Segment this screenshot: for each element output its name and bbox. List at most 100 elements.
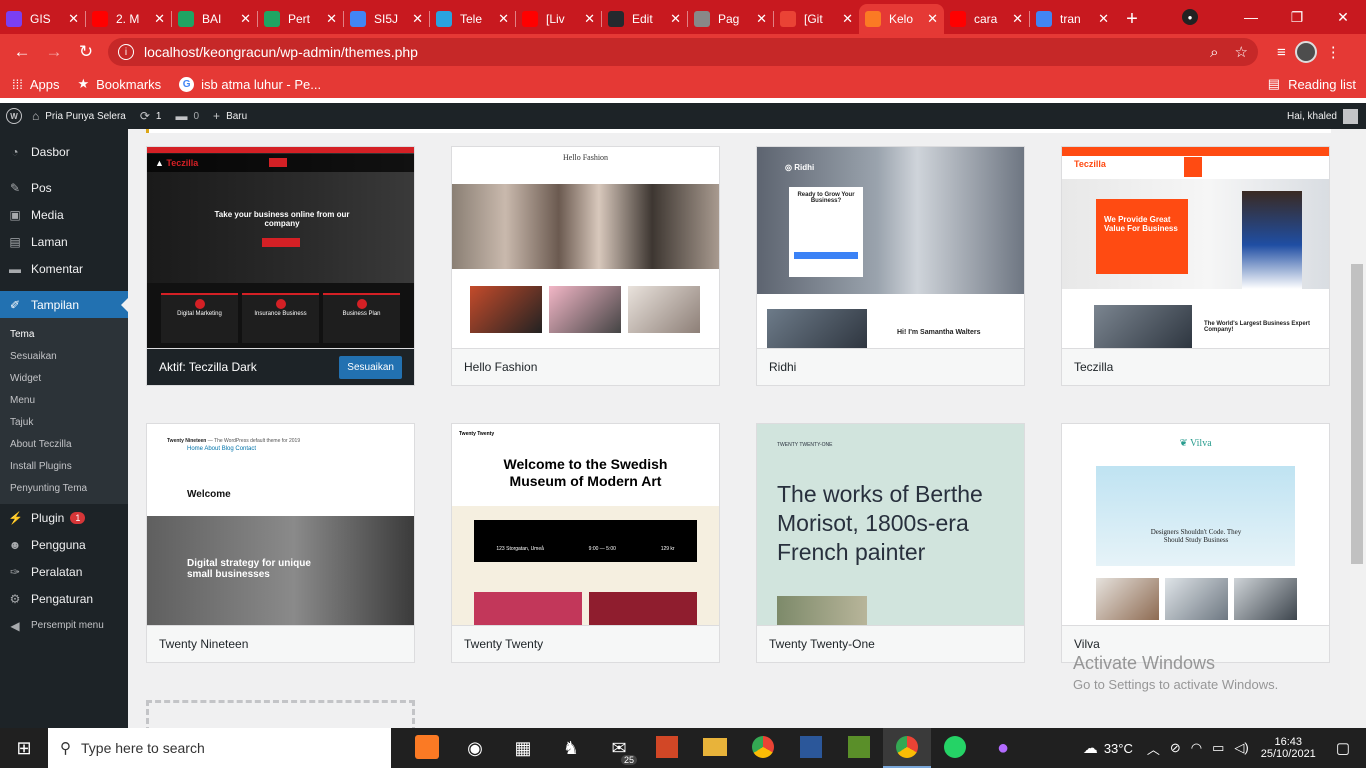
updates-link[interactable]: ⟳ 1	[140, 109, 162, 123]
word-app-icon[interactable]	[800, 735, 822, 758]
menu-dasbor[interactable]: ◔ Dasbor	[0, 138, 128, 165]
menu-plugin[interactable]: ⚡ Plugin 1	[0, 504, 128, 531]
avatar[interactable]	[1294, 41, 1317, 63]
star-icon[interactable]: ☆	[1235, 43, 1248, 61]
submenu-about-teczilla[interactable]: About Teczilla	[0, 433, 128, 455]
theme-card-teczilla-dark[interactable]: ▲ Teczilla Take your business online fro…	[146, 146, 415, 386]
network-off-icon[interactable]: ⊘	[1170, 740, 1181, 756]
browser-tab[interactable]: Edit ✕	[602, 4, 687, 34]
theme-card-vilva[interactable]: ❦ Vilva Designers Shouldn't Code. They S…	[1061, 423, 1330, 663]
volume-icon[interactable]: ◁)	[1234, 740, 1248, 756]
close-tab-icon[interactable]: ✕	[240, 11, 251, 27]
address-bar[interactable]: i localhost/keongracun/wp-admin/themes.p…	[108, 38, 1258, 66]
comments-link[interactable]: ▬ 0	[175, 109, 199, 123]
browser-tab[interactable]: SI5J ✕	[344, 4, 429, 34]
powerpoint-app-icon[interactable]	[656, 735, 678, 758]
store-app-icon[interactable]: ▦	[499, 738, 547, 759]
xampp-app-icon[interactable]	[415, 734, 439, 759]
collapse-menu[interactable]: ◀ Persempit menu	[0, 612, 128, 639]
customize-button[interactable]: Sesuaikan	[339, 356, 402, 379]
chart-app-icon[interactable]	[848, 735, 870, 758]
chevron-up-icon[interactable]: ︿	[1147, 739, 1160, 758]
browser-tab[interactable]: [Liv ✕	[516, 4, 601, 34]
browser-tab[interactable]: Pag ✕	[688, 4, 773, 34]
camera-app-icon[interactable]: ◉	[451, 738, 499, 759]
close-tab-icon[interactable]: ✕	[498, 11, 509, 27]
menu-tampilan[interactable]: ✐ Tampilan	[0, 291, 128, 318]
site-name-link[interactable]: ⌂ Pria Punya Selera	[32, 109, 126, 123]
media-queue-icon[interactable]: ≡	[1277, 44, 1286, 61]
menu-laman[interactable]: ▤ Laman	[0, 228, 128, 255]
theme-card-twenty-twenty[interactable]: Twenty Twenty Welcome to the Swedish Mus…	[451, 423, 720, 663]
close-tab-icon[interactable]: ✕	[584, 11, 595, 27]
theme-card-twenty-nineteen[interactable]: Twenty Nineteen — The WordPress default …	[146, 423, 415, 663]
new-content-link[interactable]: + Baru	[213, 109, 247, 123]
theme-card-teczilla[interactable]: Teczilla We Provide Great Value For Busi…	[1061, 146, 1330, 386]
forward-icon[interactable]: →	[38, 42, 70, 62]
submenu-tema[interactable]: Tema	[0, 323, 128, 345]
battery-icon[interactable]: ▭	[1212, 740, 1224, 756]
menu-media[interactable]: ▣ Media	[0, 201, 128, 228]
whatsapp-app-icon[interactable]	[944, 735, 966, 758]
browser-tab[interactable]: Pert ✕	[258, 4, 343, 34]
submenu-tajuk[interactable]: Tajuk	[0, 411, 128, 433]
menu-komentar[interactable]: ▬ Komentar	[0, 255, 128, 282]
close-tab-icon[interactable]: ✕	[68, 11, 79, 27]
close-tab-icon[interactable]: ✕	[1098, 11, 1109, 27]
zoom-icon[interactable]: ⌕	[1210, 44, 1218, 61]
minimize-icon[interactable]: —	[1228, 9, 1274, 25]
submenu-sesuaikan[interactable]: Sesuaikan	[0, 345, 128, 367]
browser-tab[interactable]: 2. M ✕	[86, 4, 171, 34]
close-tab-icon[interactable]: ✕	[842, 11, 853, 27]
close-tab-icon[interactable]: ✕	[756, 11, 767, 27]
menu-pengguna[interactable]: ☻ Pengguna	[0, 531, 128, 558]
close-tab-icon[interactable]: ✕	[927, 11, 938, 27]
reading-list[interactable]: ▤ Reading list	[1268, 76, 1356, 92]
back-icon[interactable]: ←	[6, 42, 38, 62]
bookmark-apps[interactable]: ⁞⁞⁞ Apps	[12, 77, 59, 92]
theme-card-ridhi[interactable]: ◎ Ridhi Ready to Grow Your Business? Hi!…	[756, 146, 1025, 386]
browser-tab[interactable]: cara ✕	[944, 4, 1029, 34]
close-tab-icon[interactable]: ✕	[670, 11, 681, 27]
new-tab-icon[interactable]: +	[1115, 4, 1149, 34]
wifi-icon[interactable]: ◠	[1191, 740, 1202, 756]
browser-tab[interactable]: [Git ✕	[774, 4, 859, 34]
clock[interactable]: 16:43 25/10/2021	[1261, 736, 1316, 760]
weather-temperature[interactable]: 33°C	[1104, 741, 1133, 756]
windows-start-icon[interactable]: ⊞	[0, 738, 48, 759]
chrome-active-app-icon[interactable]	[896, 736, 918, 758]
menu-peralatan[interactable]: ✑ Peralatan	[0, 558, 128, 585]
close-window-icon[interactable]: ✕	[1320, 9, 1366, 26]
browser-tab[interactable]: Kelo ✕	[859, 4, 944, 34]
submenu-widget[interactable]: Widget	[0, 367, 128, 389]
mail-app-icon[interactable]: ✉ 25	[595, 738, 643, 765]
bookmark-bookmarks[interactable]: ★ Bookmarks	[77, 76, 161, 92]
reload-icon[interactable]: ↻	[70, 42, 102, 62]
weather-cloud-icon[interactable]: ☁	[1083, 739, 1098, 757]
submenu-install-plugins[interactable]: Install Plugins	[0, 455, 128, 477]
info-icon[interactable]: i	[118, 44, 134, 60]
maximize-icon[interactable]: ❐	[1274, 9, 1320, 26]
droplet-app-icon[interactable]: ●	[979, 737, 1027, 760]
folder-app-icon[interactable]	[703, 737, 727, 756]
add-new-theme-card[interactable]	[146, 700, 415, 728]
bookmark-isb[interactable]: Gisb atma luhur - Pe...	[179, 76, 321, 92]
profile-icon[interactable]: ●	[1182, 9, 1198, 25]
submenu-menu[interactable]: Menu	[0, 389, 128, 411]
close-tab-icon[interactable]: ✕	[326, 11, 337, 27]
browser-tab[interactable]: GIS ✕	[0, 4, 85, 34]
theme-card-hello-fashion[interactable]: Hello Fashion Hello Fashion	[451, 146, 720, 386]
close-tab-icon[interactable]: ✕	[1012, 11, 1023, 27]
browser-tab[interactable]: BAI ✕	[172, 4, 257, 34]
page-scrollbar[interactable]	[1350, 129, 1366, 728]
theme-card-twenty-twenty-one[interactable]: TWENTY TWENTY-ONE The works of Berthe Mo…	[756, 423, 1025, 663]
close-tab-icon[interactable]: ✕	[412, 11, 423, 27]
account-menu[interactable]: Hai, khaled	[1287, 108, 1358, 124]
game-app-icon[interactable]: ♞	[547, 738, 595, 759]
notifications-icon[interactable]: ▢	[1336, 739, 1350, 757]
close-tab-icon[interactable]: ✕	[154, 11, 165, 27]
menu-pengaturan[interactable]: ⚙ Pengaturan	[0, 585, 128, 612]
scrollbar-thumb[interactable]	[1351, 264, 1363, 564]
browser-tab[interactable]: Tele ✕	[430, 4, 515, 34]
menu-pos[interactable]: ✎ Pos	[0, 174, 128, 201]
